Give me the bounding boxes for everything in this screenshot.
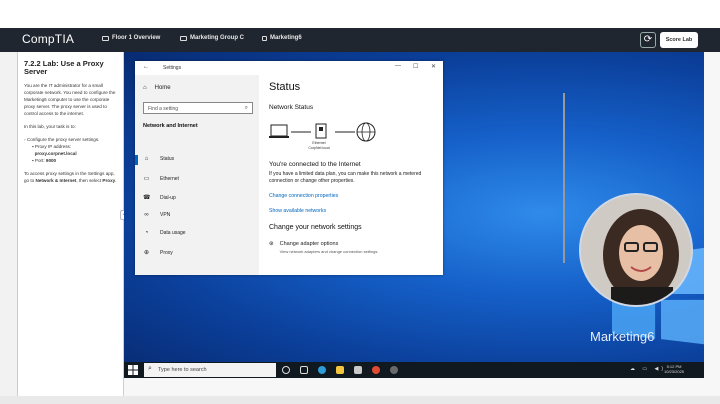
home-icon: ⌂ [143,85,147,91]
refresh-button[interactable]: ⟳ [640,32,656,48]
change-settings-heading: Change your network settings [269,224,362,231]
taskbar-search-input[interactable]: ⌕ Type here to search [144,363,276,377]
nav-section-title: Network and Internet [143,123,198,129]
network-diagram [269,122,376,142]
chrome-icon[interactable] [372,366,380,374]
back-arrow-icon[interactable]: ← [143,64,149,70]
webcam-feed [579,193,693,307]
edge-icon[interactable] [318,366,326,374]
computer-icon [180,35,187,41]
breadcrumb-floor[interactable]: Floor 1 Overview [102,35,160,41]
nav-selected-indicator [135,155,138,165]
outro-text: To access proxy settings in the Settings… [24,171,117,183]
search-icon: ⌕ [244,105,248,111]
left-rail [0,52,18,396]
score-lab-button[interactable]: Score Lab [660,32,698,48]
intro-text: You are the IT administrator for a small… [24,83,116,116]
taskbar: ⌕ Type here to search ☁ ▭ ◀) 5:12 PM 10/… [124,362,704,378]
change-connection-properties-link[interactable]: Change connection properties [269,193,338,199]
lab-title: 7.2.2 Lab: Use a Proxy Server [24,59,104,76]
laptop-icon [269,124,289,138]
breadcrumb-group[interactable]: Marketing Group C [180,35,244,41]
ethernet-port-icon [315,123,327,139]
cortana-icon[interactable] [282,366,290,374]
footer-area [124,378,704,396]
adapter-title: Change adapter options [279,241,339,247]
breadcrumb-label: Marketing6 [270,35,302,41]
breadcrumb-label: Floor 1 Overview [112,35,161,41]
network-status-heading: Network Status [269,104,314,111]
connection-description: If you have a limited data plan, you can… [269,171,422,184]
nav-item-proxy[interactable]: ⊕ Proxy [143,249,173,257]
building-icon [102,35,109,41]
window-title: Settings [163,65,182,71]
nav-item-dialup[interactable]: ☎ Dial-up [143,194,176,202]
search-placeholder: Type here to search [158,367,207,373]
ethernet-icon: ▭ [143,176,150,182]
adapter-description: View network adapters and change connect… [279,249,379,254]
nav-item-ethernet[interactable]: ▭ Ethernet [143,175,179,183]
search-icon: ⌕ [148,365,152,372]
presenter-video [581,195,691,305]
file-explorer-icon[interactable] [336,366,344,374]
nav-item-status[interactable]: ⌂ Status [143,156,175,162]
scrollbar[interactable] [563,93,565,263]
dialup-icon: ☎ [143,195,151,201]
system-tray[interactable]: ☁ ▭ ◀) [630,366,666,372]
instructions-panel: 7.2.2 Lab: Use a Proxy Server You are th… [18,52,124,396]
webcam-name: Marketing6 [590,329,655,344]
nav-home-label: Home [154,85,171,91]
nav-item-vpn[interactable]: ∞ VPN [143,212,170,218]
task-item: ◦ Configure the proxy server settings. [24,137,100,142]
breadcrumb-label: Marketing Group C [190,35,245,41]
task-subitem-value: proxy.corpnet.local [34,151,77,156]
bottom-bar [0,396,720,404]
find-setting-input[interactable]: Find a setting ⌕ [143,102,253,114]
store-icon[interactable] [354,366,362,374]
settings-taskbar-icon[interactable] [390,366,398,374]
taskbar-clock[interactable]: 5:12 PM 10/23/2025 [664,364,684,374]
status-icon: ⌂ [144,156,149,162]
nav-item-data-usage[interactable]: ◔ Data usage [143,230,186,236]
start-button[interactable] [128,365,138,375]
settings-nav: ⌂ Home Find a setting ⌕ Network and Inte… [135,75,259,275]
page-title: Status [269,81,301,93]
task-view-icon[interactable] [300,366,308,374]
adapter-icon: ⊛ [269,241,274,247]
task-subitem: ▪ Port: 9000 [32,158,57,163]
find-placeholder: Find a setting [148,106,179,112]
task-lead: In this lab, your task is to: [24,124,76,129]
task-subitem: ▪ Proxy IP address: [32,144,72,149]
breadcrumb-computer[interactable]: Marketing6 [262,35,302,41]
ethernet-caption: Ethernet CorpNet.local [308,141,330,150]
lab-header: CompTIA Floor 1 Overview Marketing Group… [0,28,720,52]
windows-icon [262,35,267,41]
data-usage-icon: ◔ [144,230,149,236]
globe-icon [356,122,376,142]
settings-window: ← Settings — ☐ ✕ ⌂ Home Find a setting ⌕… [135,61,565,275]
show-available-networks-link[interactable]: Show available networks [269,208,326,214]
settings-content: Status Network Status Ethernet CorpNet.l… [259,61,565,275]
right-gutter [704,52,720,396]
top-strip [0,0,720,28]
clock-date: 10/23/2025 [664,369,685,374]
nav-home[interactable]: ⌂ Home [143,85,171,91]
change-adapter-options[interactable]: ⊛ Change adapter options View network ad… [269,241,379,254]
globe-icon: ⊕ [143,250,150,256]
task-list: ◦ Configure the proxy server settings. ▪… [24,136,117,164]
refresh-icon: ⟳ [643,34,653,45]
connected-heading: You're connected to the Internet [269,161,361,168]
vpn-icon: ∞ [144,212,149,218]
comptia-logo: CompTIA [22,32,75,46]
